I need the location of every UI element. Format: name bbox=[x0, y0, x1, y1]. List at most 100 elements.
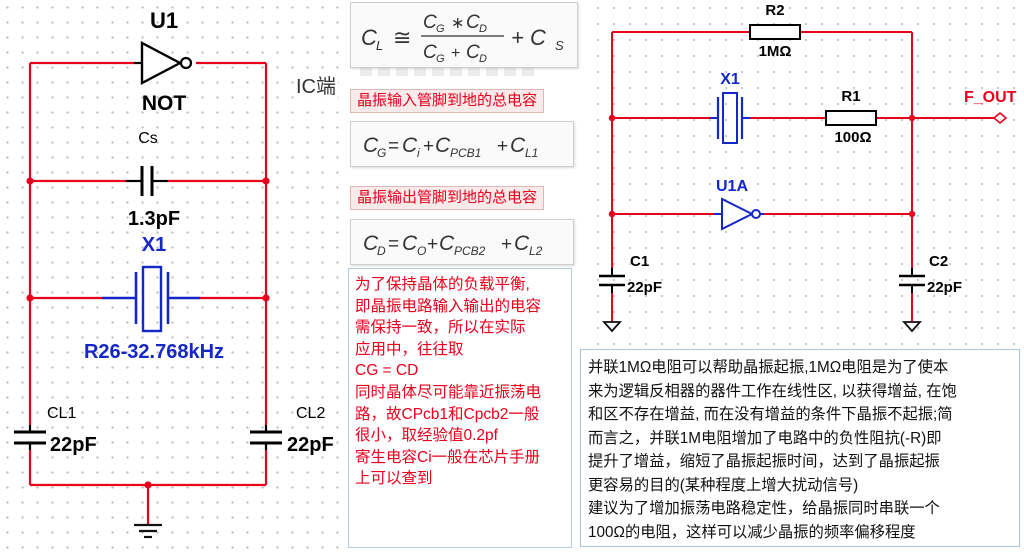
cg-equals: = bbox=[388, 136, 399, 157]
note-black-line: 来为逻辑反相器的器件工作在线性区, 以获得增益, 在饱 bbox=[588, 382, 957, 400]
tail-cs: + C bbox=[511, 25, 546, 50]
cd-t3: C bbox=[514, 232, 530, 255]
num-cg-sub: G bbox=[436, 23, 445, 35]
num-op: ∗ bbox=[451, 15, 464, 32]
cl-symbol: C bbox=[361, 25, 377, 50]
note-black-line: 100Ω的电阻，这样可以减少晶振的频率偏移程度 bbox=[588, 523, 916, 541]
num-cg: C bbox=[423, 12, 437, 33]
right-ground-icon-1 bbox=[601, 321, 623, 333]
cd-t1: C bbox=[402, 232, 418, 255]
cg-plus-1: + bbox=[423, 136, 434, 157]
note-black-line: 和区不存在增益, 而在没有增益的条件下晶振不起振;简 bbox=[588, 406, 953, 423]
cl2-ref-label: CL2 bbox=[296, 405, 325, 422]
cl1-value-label: 22pF bbox=[50, 434, 97, 456]
cd-formula-svg: C D = C O + C PCB2 + C L2 bbox=[363, 232, 543, 258]
tail-cs-sub: S bbox=[555, 38, 564, 53]
cd-t2: C bbox=[439, 232, 455, 255]
note-red-line: 为了保持晶体的负载平衡, bbox=[355, 276, 530, 293]
cap-s-symbol bbox=[126, 166, 168, 196]
cap-s-value-label: 1.3pF bbox=[128, 208, 180, 230]
left-ground-icon bbox=[134, 523, 162, 539]
load-cap-formula: C L ≅ C G ∗ C D C G + C D + C S bbox=[350, 2, 578, 68]
cd-plus-2: + bbox=[501, 234, 512, 255]
cg-lhs-sub: G bbox=[377, 146, 386, 160]
c1-symbol bbox=[599, 274, 625, 287]
output-port-icon bbox=[992, 111, 1008, 125]
note-red-line: CG = CD bbox=[355, 362, 419, 380]
right-crystal-symbol bbox=[710, 92, 750, 144]
c2-symbol bbox=[899, 274, 925, 287]
cg-formula: C G = C i + C PCB1 + C L1 bbox=[350, 121, 574, 167]
cg-t2-sub: PCB1 bbox=[450, 146, 481, 160]
c1-ref-label: C1 bbox=[630, 253, 649, 270]
feedback-resistor-note: 并联1MΩ电阻可以帮助晶振起振,1MΩ电阻是为了使本 来为逻辑反相器的器件工作在… bbox=[580, 349, 1020, 547]
den-cd-sub: D bbox=[479, 53, 487, 65]
crystal-ref-label: X1 bbox=[142, 234, 166, 256]
gate-ref-label: U1 bbox=[150, 8, 178, 33]
cg-t2: C bbox=[435, 134, 451, 157]
c1-value-label: 22pF bbox=[627, 279, 662, 296]
note-black-line: 提升了增益，缩短了晶振起振时间，达到了晶振起振 bbox=[588, 453, 940, 470]
note-black-line: 并联1MΩ电阻可以帮助晶振起振,1MΩ电阻是为了使本 bbox=[588, 359, 949, 376]
cd-t3-sub: L2 bbox=[529, 244, 543, 258]
den-cg-sub: G bbox=[436, 53, 445, 65]
r1-ref-label: R1 bbox=[841, 88, 860, 105]
note-red-line: 寄生电容Ci一般在芯片手册 bbox=[355, 448, 541, 466]
load-cap-formula-svg: C L ≅ C G ∗ C D C G + C D + C S bbox=[361, 12, 564, 65]
cd-equals: = bbox=[388, 234, 399, 255]
note-red-line: 同时晶体尽可能靠近振荡电 bbox=[355, 383, 542, 401]
output-net-label: F_OUT bbox=[964, 89, 1017, 106]
note-black-line: 而言之，并联1M电阻增加了电路中的负性阻抗(-R)即 bbox=[588, 429, 942, 447]
c2-value-label: 22pF bbox=[927, 279, 962, 296]
r2-ref-label: R2 bbox=[765, 2, 784, 19]
den-op: + bbox=[451, 45, 460, 62]
faint-text-strip bbox=[360, 68, 540, 76]
approx-sign: ≅ bbox=[393, 25, 411, 50]
note-black-line: 建议为了增加振荡电路稳定性，给晶振同时串联一个 bbox=[588, 500, 940, 517]
right-crystal-ref-label: X1 bbox=[720, 71, 740, 88]
cl-sub: L bbox=[376, 38, 383, 53]
note-red-line: 上可以查到 bbox=[355, 470, 433, 488]
r2-value-label: 1MΩ bbox=[759, 43, 792, 60]
crystal-value-label: R26-32.768kHz bbox=[84, 341, 224, 363]
den-cd: C bbox=[466, 42, 480, 63]
cl1-ref-label: CL1 bbox=[47, 405, 76, 422]
cd-t1-sub: O bbox=[417, 244, 426, 258]
num-cd-sub: D bbox=[479, 23, 487, 35]
not-gate-symbol bbox=[134, 41, 193, 85]
gate-type-label: NOT bbox=[142, 92, 187, 115]
note-red-line: 路，故CPcb1和Cpcb2一般 bbox=[355, 405, 540, 423]
load-balance-note: 为了保持晶体的负载平衡, 即晶振电路输入输出的电容 需保持一致，所以在实际 应用… bbox=[348, 268, 572, 548]
cl1-symbol bbox=[14, 425, 46, 450]
note-red-line: 很小，取经验值0.2pf bbox=[355, 427, 498, 445]
cg-t1-sub: i bbox=[417, 146, 420, 160]
cg-t3: C bbox=[510, 134, 526, 157]
cl2-value-label: 22pF bbox=[287, 434, 334, 456]
output-cap-label: 晶振输出管脚到地的总电容 bbox=[350, 186, 545, 210]
cg-plus-2: + bbox=[497, 136, 508, 157]
note-red-line: 应用中，往往取 bbox=[355, 340, 464, 358]
r2-symbol bbox=[749, 24, 801, 40]
input-cap-label: 晶振输入管脚到地的总电容 bbox=[350, 89, 545, 113]
cd-formula: C D = C O + C PCB2 + C L2 bbox=[350, 219, 574, 265]
cl2-symbol bbox=[250, 425, 282, 450]
r1-symbol bbox=[825, 110, 877, 126]
right-schematic: R2 1MΩ X1 R1 100Ω F_OUT U1A C1 22pF C2 2… bbox=[590, 0, 1024, 346]
r1-value-label: 100Ω bbox=[834, 129, 871, 146]
note-red-line: 需保持一致，所以在实际 bbox=[355, 319, 526, 337]
note-black-line: 更容易的目的(某种程度上增大扰动信号) bbox=[588, 476, 859, 494]
cg-t3-sub: L1 bbox=[525, 146, 538, 160]
note-red-line: 即晶振电路输入输出的电容 bbox=[355, 297, 542, 315]
cd-lhs-sub: D bbox=[377, 244, 386, 258]
cd-plus-1: + bbox=[427, 234, 438, 255]
num-cd: C bbox=[466, 12, 480, 33]
cap-s-ref-label: Cs bbox=[138, 130, 158, 147]
c2-ref-label: C2 bbox=[929, 253, 948, 270]
cg-formula-svg: C G = C i + C PCB1 + C L1 bbox=[363, 134, 538, 160]
right-gate-ref-label: U1A bbox=[716, 178, 748, 195]
den-cg: C bbox=[423, 42, 437, 63]
ic-side-label: IC端 bbox=[294, 70, 338, 99]
right-not-gate-symbol bbox=[714, 197, 764, 231]
cg-t1: C bbox=[402, 134, 418, 157]
cd-t2-sub: PCB2 bbox=[454, 244, 486, 258]
